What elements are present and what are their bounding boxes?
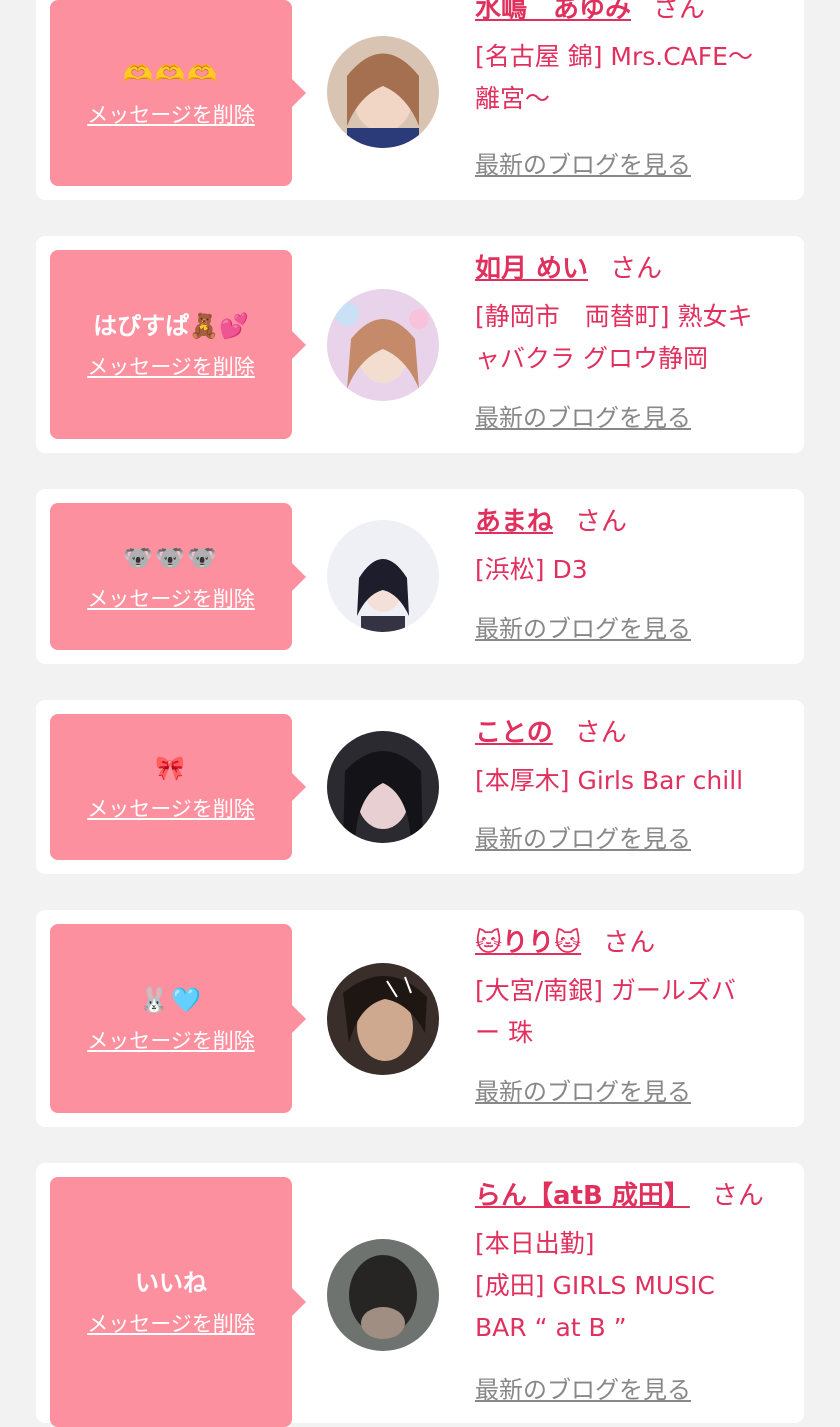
info-block: らん【atB 成田】 さん [本日出勤] [成田] GIRLS MUSIC BAR… (475, 1179, 793, 1349)
info-block: 如月 めい さん [静岡市 両替町] 熟女キ ャバクラ グロウ静岡 (475, 252, 793, 380)
shop-line: ー 珠 (475, 1018, 533, 1047)
latest-blog-link[interactable]: 最新のブログを見る (475, 1077, 691, 1107)
user-name-link[interactable]: ことの (475, 718, 553, 748)
delete-message-link[interactable]: メッセージを削除 (87, 102, 255, 128)
honorific: さん (574, 718, 627, 748)
message-text: いいね (135, 1269, 207, 1297)
delete-message-link[interactable]: メッセージを削除 (87, 354, 255, 380)
user-name-link[interactable]: 水嶋 あゆみ (475, 0, 631, 24)
list-item: 🐰🩵 メッセージを削除 🐱りり🐱 さん [大宮/南銀] ガールズバ ー 珠 最新の… (36, 910, 804, 1127)
latest-blog-link[interactable]: 最新のブログを見る (475, 1375, 691, 1405)
honorific: さん (610, 254, 663, 284)
shop-line: [成田] GIRLS MUSIC (475, 1271, 715, 1300)
avatar[interactable] (327, 36, 439, 148)
message-bubble: はぴすぱ🧸💕 メッセージを削除 (50, 250, 306, 439)
shop-line: [名古屋 錦] Mrs.CAFE〜 (475, 42, 753, 71)
message-text: 🫶🫶🫶 (123, 60, 219, 88)
honorific: さん (711, 1181, 764, 1211)
info-block: ことの さん [本厚木] Girls Bar chill (475, 716, 793, 802)
avatar[interactable] (327, 731, 439, 843)
avatar[interactable] (327, 963, 439, 1075)
list-item: 🐨🐨🐨 メッセージを削除 あまね さん [浜松] D3 最新のブログを見る (36, 489, 804, 664)
shop-line: [大宮/南銀] ガールズバ (475, 976, 736, 1005)
honorific: さん (653, 0, 706, 24)
info-block: 🐱りり🐱 さん [大宮/南銀] ガールズバ ー 珠 (475, 926, 793, 1054)
latest-blog-link[interactable]: 最新のブログを見る (475, 403, 691, 433)
latest-blog-link[interactable]: 最新のブログを見る (475, 150, 691, 180)
shop-info: [名古屋 錦] Mrs.CAFE〜 離宮〜 (475, 36, 793, 120)
latest-blog-link[interactable]: 最新のブログを見る (475, 824, 691, 854)
message-bubble: 🎀 メッセージを削除 (50, 714, 306, 860)
avatar[interactable] (327, 289, 439, 401)
delete-message-link[interactable]: メッセージを削除 (87, 1311, 255, 1337)
shop-line: [浜松] D3 (475, 555, 588, 584)
shop-info: [浜松] D3 (475, 549, 793, 591)
message-text: はぴすぱ🧸💕 (93, 311, 249, 340)
list-item: 🫶🫶🫶 メッセージを削除 水嶋 あゆみ さん [名古屋 錦] Mrs.CAFE〜 … (36, 0, 804, 200)
avatar-image (327, 731, 439, 843)
latest-blog-link[interactable]: 最新のブログを見る (475, 614, 691, 644)
shop-line: ャバクラ グロウ静岡 (475, 344, 708, 373)
avatar-image (327, 520, 439, 632)
list-item: はぴすぱ🧸💕 メッセージを削除 如月 めい さん [静岡市 両替町] 熟女キ ャバ… (36, 236, 804, 453)
delete-message-link[interactable]: メッセージを削除 (87, 1028, 255, 1054)
message-bubble: いいね メッセージを削除 (50, 1177, 306, 1427)
list-item: いいね メッセージを削除 らん【atB 成田】 さん [本日出勤] [成田] GI… (36, 1163, 804, 1427)
honorific: さん (603, 928, 656, 958)
shop-info: [本厚木] Girls Bar chill (475, 760, 793, 802)
shop-line: [本厚木] Girls Bar chill (475, 766, 744, 795)
shop-info: [本日出勤] [成田] GIRLS MUSIC BAR “ at B ” (475, 1223, 793, 1349)
message-text: 🎀 (155, 754, 187, 782)
shop-info: [静岡市 両替町] 熟女キ ャバクラ グロウ静岡 (475, 296, 793, 380)
delete-message-link[interactable]: メッセージを削除 (87, 796, 255, 822)
shop-line: BAR “ at B ” (475, 1313, 627, 1342)
list-item: 🎀 メッセージを削除 ことの さん [本厚木] Girls Bar chill 最… (36, 700, 804, 874)
avatar[interactable] (327, 520, 439, 632)
message-bubble: 🫶🫶🫶 メッセージを削除 (50, 0, 306, 186)
message-bubble: 🐨🐨🐨 メッセージを削除 (50, 503, 306, 650)
shop-line: 離宮〜 (475, 84, 551, 113)
shop-info: [大宮/南銀] ガールズバ ー 珠 (475, 970, 793, 1054)
honorific: さん (575, 507, 628, 537)
avatar-image (327, 289, 439, 401)
message-text: 🐰🩵 (139, 985, 203, 1014)
message-text: 🐨🐨🐨 (123, 543, 219, 572)
info-block: 水嶋 あゆみ さん [名古屋 錦] Mrs.CAFE〜 離宮〜 (475, 0, 793, 120)
delete-message-link[interactable]: メッセージを削除 (87, 586, 255, 612)
favorites-message-list: 🫶🫶🫶 メッセージを削除 水嶋 あゆみ さん [名古屋 錦] Mrs.CAFE〜 … (0, 0, 840, 1427)
user-name-link[interactable]: らん【atB 成田】 (475, 1181, 690, 1211)
avatar-image (327, 1239, 439, 1351)
message-bubble: 🐰🩵 メッセージを削除 (50, 924, 306, 1113)
info-block: あまね さん [浜松] D3 (475, 505, 793, 591)
user-name-link[interactable]: あまね (475, 507, 553, 537)
avatar[interactable] (327, 1239, 439, 1351)
shop-line: [静岡市 両替町] 熟女キ (475, 302, 753, 331)
user-name-link[interactable]: 如月 めい (475, 254, 588, 284)
avatar-image (327, 963, 439, 1075)
user-name-link[interactable]: 🐱りり🐱 (475, 928, 581, 958)
shop-line: [本日出勤] (475, 1229, 595, 1258)
avatar-image (327, 36, 439, 148)
